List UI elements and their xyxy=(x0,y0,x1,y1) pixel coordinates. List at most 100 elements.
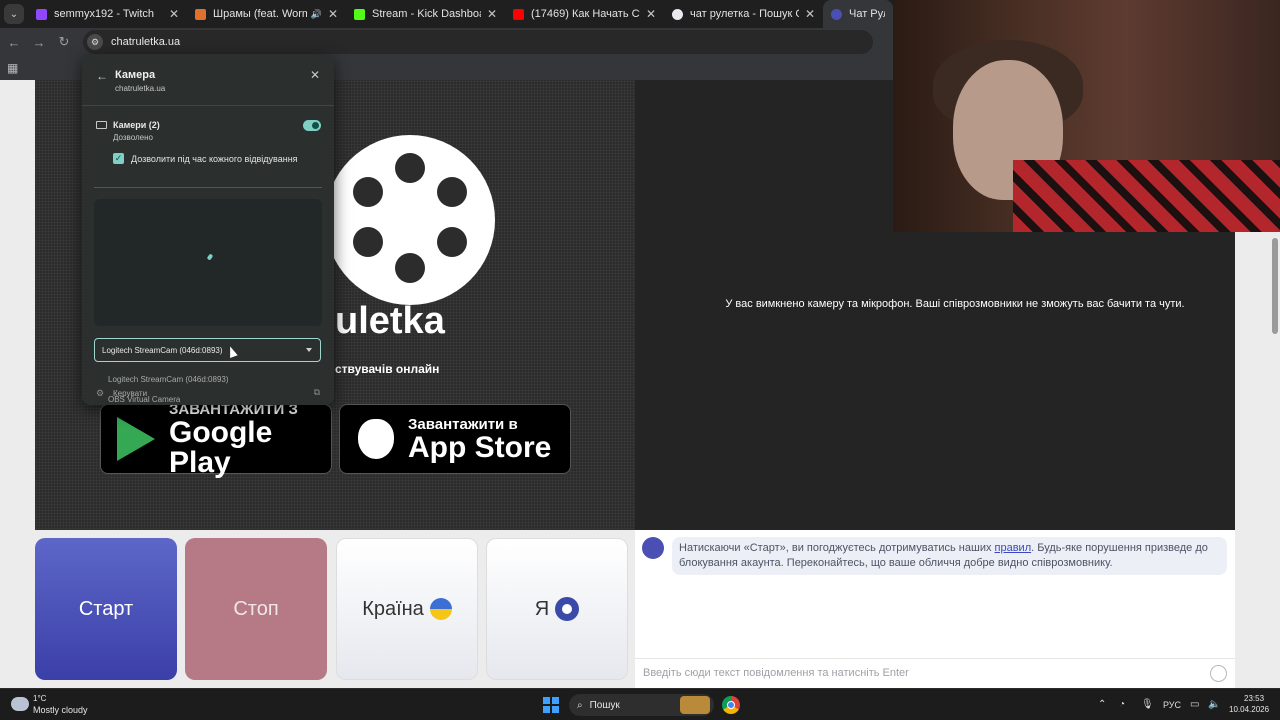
camera-select[interactable]: Logitech StreamCam (046d:0893) xyxy=(94,338,321,362)
page-scrollbar[interactable] xyxy=(1270,232,1280,688)
partner-video-panel xyxy=(635,80,893,232)
rules-notice: Натискаючи «Старт», ви погоджуєтесь дотр… xyxy=(672,537,1227,575)
start-button[interactable]: Старт xyxy=(35,538,177,680)
microphone-icon[interactable]: 🎙 xyxy=(1141,699,1154,710)
search-label: Пошук xyxy=(589,699,620,711)
logo-hole xyxy=(395,253,425,283)
camera-permission-popup: ← Камера chatruletka.ua ✕ Камери (2) Доз… xyxy=(82,55,334,405)
rules-link[interactable]: правил xyxy=(995,542,1032,554)
country-button[interactable]: Країна xyxy=(336,538,478,680)
brand-name: uletka xyxy=(335,300,445,342)
search-icon: ⌕ xyxy=(577,699,583,711)
browser-tab[interactable]: чат рулетка - Пошук Google ✕ xyxy=(664,0,823,28)
reload-icon[interactable]: ↻ xyxy=(53,34,75,50)
windows-start-icon[interactable] xyxy=(543,697,559,713)
camera-preview xyxy=(94,199,322,326)
site-settings-icon[interactable]: ⚙ xyxy=(87,34,103,50)
close-icon[interactable]: ✕ xyxy=(310,68,320,82)
stop-label: Стоп xyxy=(233,597,279,620)
me-label: Я xyxy=(534,597,550,620)
chatruletka-logo-icon xyxy=(642,537,664,559)
volume-icon[interactable]: 🔈 xyxy=(1208,699,1220,710)
browser-tab[interactable]: Шрамы (feat. WormGanger 🔊 ✕ xyxy=(187,0,346,28)
cloud-icon[interactable] xyxy=(11,697,29,711)
camera-permission-toggle[interactable] xyxy=(303,120,321,131)
search-highlight-icon[interactable] xyxy=(680,696,710,714)
logo-hole xyxy=(353,177,383,207)
loading-spinner-icon xyxy=(206,253,214,261)
clock-date[interactable]: 10.04.2026 xyxy=(1229,705,1269,714)
apple-icon xyxy=(358,419,394,459)
weather-description[interactable]: Mostly cloudy xyxy=(33,705,88,715)
google-play-icon xyxy=(117,417,155,461)
divider xyxy=(82,105,334,106)
popup-title: Камера xyxy=(115,69,156,81)
tab-title: Шрамы (feat. WormGanger xyxy=(213,8,307,20)
logo-hole xyxy=(437,177,467,207)
kick-icon xyxy=(354,8,365,20)
music-icon xyxy=(195,8,206,20)
weather-temperature[interactable]: 1°C xyxy=(33,694,46,703)
chatruletka-logo xyxy=(325,135,495,305)
youtube-icon xyxy=(513,8,524,20)
tab-search-button[interactable]: ⌄ xyxy=(4,4,24,24)
url-text: chatruletka.ua xyxy=(111,36,181,48)
camera-option[interactable]: Logitech StreamCam (046d:0893) xyxy=(108,375,229,384)
google-play-label: Google Play xyxy=(169,415,273,479)
tagline: ствувачів онлайн xyxy=(335,362,440,376)
camera-off-message: У вас вимкнено камеру та мікрофон. Ваші … xyxy=(725,298,1185,310)
close-icon[interactable]: ✕ xyxy=(328,7,338,21)
camera-icon xyxy=(96,121,107,129)
popup-site: chatruletka.ua xyxy=(115,84,166,93)
app-store-caption: Завантажити в xyxy=(408,415,518,433)
start-label: Старт xyxy=(78,597,134,620)
tab-title: semmyx192 - Twitch xyxy=(54,8,155,20)
clock-time[interactable]: 23:53 xyxy=(1244,694,1264,703)
back-icon[interactable]: ← xyxy=(3,35,25,50)
browser-tab[interactable]: Stream - Kick Dashboard ✕ xyxy=(346,0,505,28)
chevron-up-icon[interactable]: ⌃ xyxy=(1098,699,1106,710)
webcam-person xyxy=(1013,160,1280,232)
allow-each-visit-checkbox[interactable]: ✓ xyxy=(113,153,124,164)
close-icon[interactable]: ✕ xyxy=(646,7,656,21)
chatruletka-icon xyxy=(831,8,842,20)
tab-title: (17469) Как Начать Стримить xyxy=(531,8,640,20)
close-icon[interactable]: ✕ xyxy=(487,7,497,21)
logo-hole xyxy=(353,227,383,257)
emoji-icon[interactable] xyxy=(1210,665,1227,682)
back-arrow-icon[interactable]: ← xyxy=(96,69,108,83)
logo-hole xyxy=(395,153,425,183)
me-button[interactable]: Я xyxy=(486,538,628,680)
partner-video-panel xyxy=(635,232,1235,530)
settings-icon: ⚙ xyxy=(96,388,105,398)
ukraine-flag-icon xyxy=(429,598,452,620)
chat-message-input[interactable]: Введіть сюди текст повідомлення та натис… xyxy=(635,658,1235,688)
google-play-button[interactable]: ЗАВАНТАЖИТИ З Google Play xyxy=(100,401,332,477)
browser-tab[interactable]: semmyx192 - Twitch ✕ xyxy=(28,0,187,28)
app-store-button[interactable]: Завантажити в App Store xyxy=(339,404,571,474)
apps-grid-icon[interactable]: ▦ xyxy=(7,61,18,75)
streamer-webcam-overlay xyxy=(893,0,1280,232)
close-icon[interactable]: ✕ xyxy=(805,7,815,21)
twitch-icon xyxy=(36,8,47,20)
cameras-label: Камери (2) xyxy=(113,120,160,130)
forward-icon[interactable]: → xyxy=(28,35,50,50)
display-icon[interactable]: ▭ xyxy=(1190,699,1199,710)
google-icon xyxy=(672,8,683,20)
chat-panel: Натискаючи «Старт», ви погоджуєтесь дотр… xyxy=(635,530,1235,688)
language-indicator[interactable]: РУС xyxy=(1163,700,1181,710)
speaker-icon[interactable]: 🔊 xyxy=(311,9,322,20)
browser-tab-active[interactable]: Чат Рулетка - xyxy=(823,0,893,28)
recording-icon[interactable]: ◔ xyxy=(1119,699,1125,710)
camera-select-value: Logitech StreamCam (046d:0893) xyxy=(102,346,223,355)
address-bar[interactable]: ⚙ chatruletka.ua xyxy=(83,30,873,54)
app-store-label: App Store xyxy=(408,430,552,464)
open-external-icon[interactable]: ⧉ xyxy=(314,387,320,398)
stop-button[interactable]: Стоп xyxy=(185,538,327,680)
browser-toolbar: ← → ↻ ⚙ chatruletka.ua xyxy=(0,28,893,56)
scrollbar-thumb[interactable] xyxy=(1272,238,1278,334)
browser-tab[interactable]: (17469) Как Начать Стримить ✕ xyxy=(505,0,664,28)
chrome-icon[interactable] xyxy=(722,696,740,714)
camera-option[interactable]: OBS Virtual Camera xyxy=(108,395,180,404)
close-icon[interactable]: ✕ xyxy=(169,7,179,21)
